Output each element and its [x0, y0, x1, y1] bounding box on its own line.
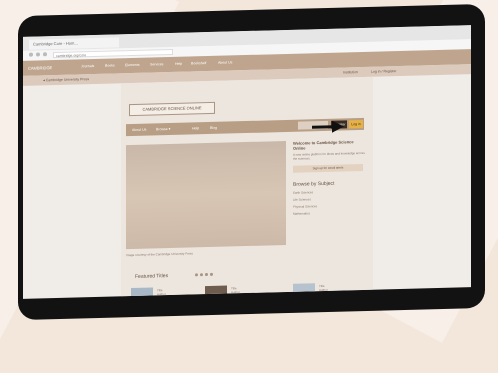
featured-title: Featured Titles [135, 273, 169, 280]
nav-item-books[interactable]: Books [105, 63, 115, 67]
subject-link[interactable]: Physical Sciences [293, 203, 365, 209]
carousel-dots[interactable] [195, 263, 215, 282]
nav-item-journals[interactable]: Journals [81, 64, 94, 68]
nav-item-elements[interactable]: Elements [125, 63, 140, 67]
carousel-dot[interactable] [210, 272, 213, 276]
site-banner[interactable]: CAMBRIDGE SCIENCE ONLINE [129, 101, 215, 117]
hero-caption: Image courtesy of the Cambridge Universi… [126, 251, 193, 258]
nav-item-bookshelf[interactable]: Bookshelf [191, 61, 206, 65]
forward-icon[interactable] [36, 52, 40, 57]
institution-link[interactable]: Institution [343, 70, 358, 74]
nav-item-about[interactable]: About Us [218, 60, 232, 64]
breadcrumb[interactable]: ◂ Cambridge University Press [43, 77, 89, 82]
welcome-text: A new online platform for ideas and know… [293, 150, 365, 161]
nav-item-help[interactable]: Help [175, 62, 182, 66]
subjects-title: Browse by Subject [293, 180, 335, 188]
menu-help[interactable]: Help [192, 126, 199, 130]
subject-link[interactable]: Earth Sciences [293, 189, 365, 195]
sidebar: Welcome to Cambridge Science Online A ne… [293, 139, 365, 251]
refresh-icon[interactable] [43, 52, 47, 57]
site-logo[interactable]: CAMBRIDGE [28, 63, 70, 73]
login-register-link[interactable]: Log in / Register [371, 69, 397, 74]
carousel-dot[interactable] [205, 273, 208, 277]
welcome-title: Welcome to Cambridge Science Online [293, 139, 354, 151]
screen: Cambridge Core - Hom... cambridge.org/co… [23, 25, 471, 299]
menu-browse[interactable]: Browse ▾ [156, 127, 170, 131]
carousel-dot[interactable] [200, 273, 203, 277]
back-icon[interactable] [29, 52, 33, 57]
hero-image: Image courtesy of the Cambridge Universi… [126, 140, 286, 257]
menu-blog[interactable]: Blog [210, 126, 217, 130]
main-page: CAMBRIDGE SCIENCE ONLINE About Us Browse… [121, 76, 373, 299]
pointer-arrow-icon [312, 120, 344, 133]
carousel-dot[interactable] [195, 273, 198, 277]
menu-about[interactable]: About Us [132, 128, 146, 132]
email-alert-button[interactable]: Sign up for email alerts [293, 163, 363, 173]
subject-link[interactable]: Mathematics [293, 210, 365, 215]
login-button[interactable]: Log in [349, 119, 363, 129]
subject-link[interactable]: Life Sciences [293, 196, 365, 201]
nav-item-services[interactable]: Services [150, 62, 163, 66]
